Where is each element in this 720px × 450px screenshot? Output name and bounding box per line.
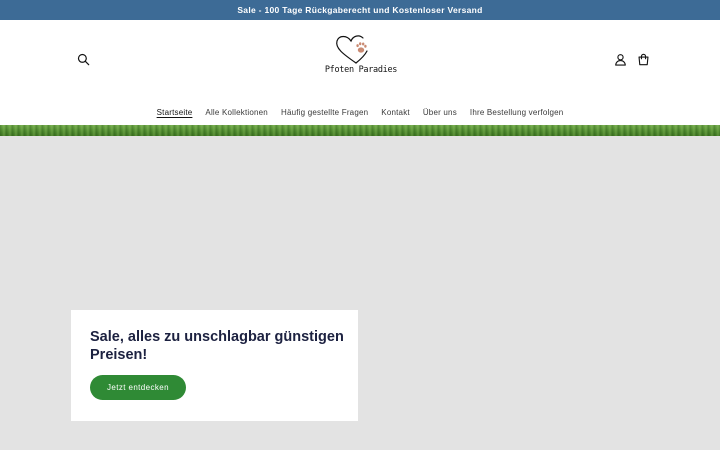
site-header: Pfoten Paradies Startseite Alle Kollekti… (0, 20, 720, 125)
nav-item-startseite[interactable]: Startseite (157, 108, 193, 122)
nav-item-kontakt[interactable]: Kontakt (381, 108, 410, 122)
nav-item-ueber-uns[interactable]: Über uns (423, 108, 457, 122)
user-icon (614, 53, 626, 66)
nav-item-alle-kollektionen[interactable]: Alle Kollektionen (205, 108, 268, 122)
heart-paw-logo-icon (336, 35, 368, 64)
nav-item-bestellung-verfolgen[interactable]: Ihre Bestellung verfolgen (470, 108, 564, 122)
search-icon (77, 53, 89, 65)
store-logo[interactable]: Pfoten Paradies (323, 32, 399, 82)
hero-heading: Sale, alles zu unschlagbar günstigen Pre… (90, 329, 344, 363)
nav-item-faq[interactable]: Häufig gestellte Fragen (281, 108, 368, 122)
grass-banner-strip (0, 125, 720, 136)
account-button[interactable] (610, 49, 630, 69)
logo-text: Pfoten Paradies (324, 65, 398, 75)
announcement-text: Sale - 100 Tage Rückgaberecht und Kosten… (237, 5, 483, 15)
hero-content-card: Sale, alles zu unschlagbar günstigen Pre… (71, 310, 358, 421)
cart-icon (637, 53, 649, 65)
cart-button[interactable] (633, 49, 653, 69)
announcement-bar: Sale - 100 Tage Rückgaberecht und Kosten… (0, 0, 720, 20)
search-button[interactable] (73, 49, 93, 69)
discover-button[interactable]: Jetzt entdecken (90, 375, 186, 400)
main-navigation: Startseite Alle Kollektionen Häufig gest… (0, 108, 720, 122)
